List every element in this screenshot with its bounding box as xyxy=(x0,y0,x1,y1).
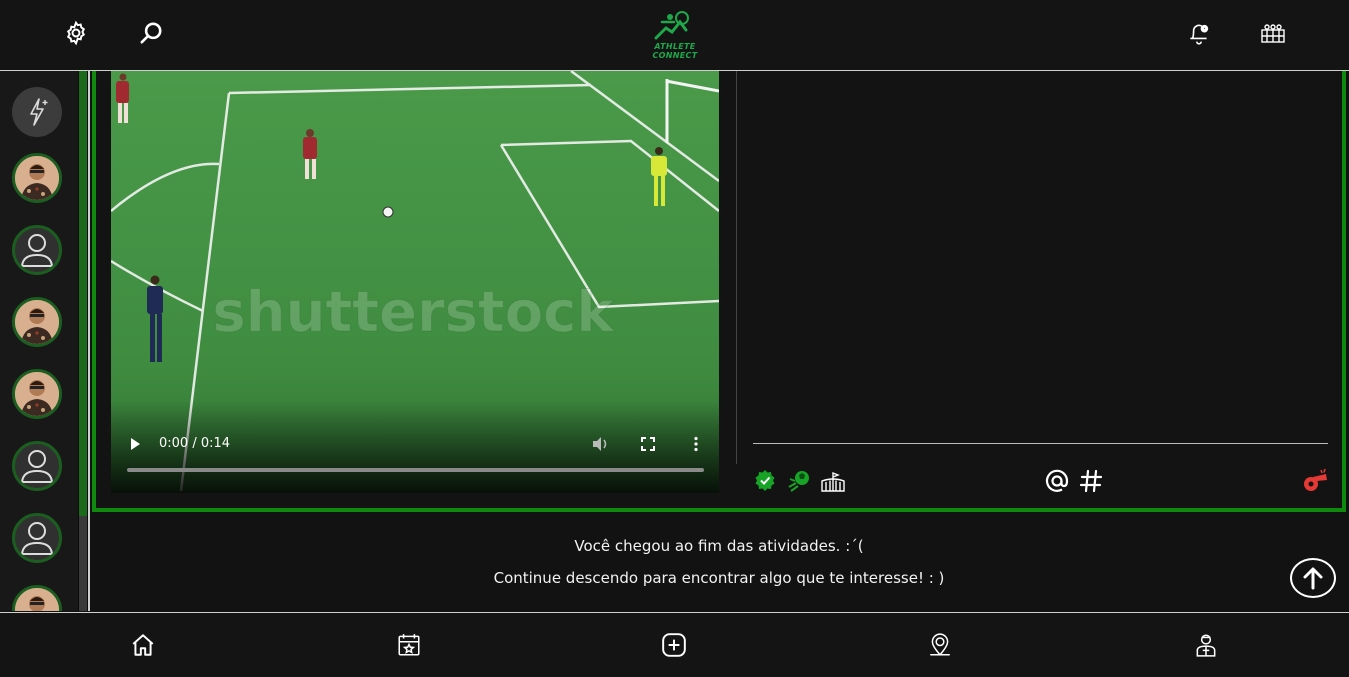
sidebar-following-list xyxy=(0,71,78,611)
logo-runner-icon xyxy=(654,11,689,40)
athlete-connect-logo[interactable]: ATHLETE CONNECT xyxy=(636,8,714,60)
volume-button[interactable] xyxy=(591,436,609,456)
notification-bell-icon[interactable] xyxy=(1184,18,1214,48)
sidebar-avatar[interactable] xyxy=(12,297,62,347)
arrow-up-icon xyxy=(1303,567,1323,590)
add-post-icon[interactable] xyxy=(660,631,688,659)
feed-end-message: Você chegou ao fim das atividades. :´( xyxy=(574,537,864,555)
hashtag-icon[interactable] xyxy=(1078,466,1104,496)
location-pin-icon[interactable] xyxy=(926,631,954,659)
fullscreen-icon xyxy=(641,437,655,451)
whistle-icon[interactable] xyxy=(1301,466,1329,496)
video-progress-bar[interactable] xyxy=(127,468,704,472)
video-frame: shutterstock xyxy=(111,71,719,493)
sidebar-avatar[interactable] xyxy=(12,585,62,611)
sidebar-avatar[interactable] xyxy=(12,369,62,419)
top-bar: ATHLETE CONNECT xyxy=(0,0,1349,71)
athlete-profile-icon[interactable] xyxy=(1192,631,1220,659)
scrollbar-track xyxy=(79,516,87,611)
comment-input-line xyxy=(753,443,1328,444)
search-icon[interactable] xyxy=(136,18,166,48)
stadium-icon[interactable] xyxy=(819,466,847,496)
video-time: 0:00 / 0:14 xyxy=(159,436,231,451)
sidebar-avatar-placeholder[interactable] xyxy=(12,441,62,491)
scroll-to-top-button[interactable] xyxy=(1290,558,1336,598)
avatar-photo xyxy=(15,588,59,611)
medal-icon[interactable] xyxy=(752,466,778,496)
gear-icon[interactable] xyxy=(61,18,91,48)
scrollbar-thumb[interactable] xyxy=(79,71,87,516)
volume-icon xyxy=(593,437,607,451)
sidebar-avatar-placeholder[interactable] xyxy=(12,225,62,275)
post-video-player[interactable]: shutterstock 0:00 / 0:14 xyxy=(111,71,719,493)
feed-end-suggestion: Continue descendo para encontrar algo qu… xyxy=(493,569,945,587)
user-placeholder-icon xyxy=(20,234,54,267)
avatar-photo xyxy=(15,156,59,200)
flash-icon xyxy=(30,98,48,126)
play-button[interactable] xyxy=(128,436,142,456)
fullscreen-button[interactable] xyxy=(640,436,656,456)
sidebar-flash-button[interactable] xyxy=(12,87,62,137)
sidebar-scrollbar[interactable] xyxy=(78,71,88,611)
user-placeholder-icon xyxy=(20,522,54,555)
user-placeholder-icon xyxy=(20,450,54,483)
post-column-divider xyxy=(736,71,737,464)
kick-ball-icon[interactable] xyxy=(786,466,814,496)
sidebar-avatar[interactable] xyxy=(12,153,62,203)
home-icon[interactable] xyxy=(129,631,157,659)
sidebar-avatar-placeholder[interactable] xyxy=(12,513,62,563)
mention-icon[interactable] xyxy=(1043,466,1071,496)
more-vertical-icon xyxy=(694,436,698,452)
more-options-button[interactable] xyxy=(691,436,701,456)
avatar-photo xyxy=(15,372,59,416)
bottom-navigation xyxy=(0,612,1349,677)
team-lineup-icon[interactable] xyxy=(1258,18,1288,48)
logo-text: ATHLETE CONNECT xyxy=(652,42,698,60)
avatar-photo xyxy=(15,300,59,344)
play-icon xyxy=(131,438,140,450)
calendar-star-icon[interactable] xyxy=(395,631,423,659)
video-watermark: shutterstock xyxy=(212,280,615,345)
